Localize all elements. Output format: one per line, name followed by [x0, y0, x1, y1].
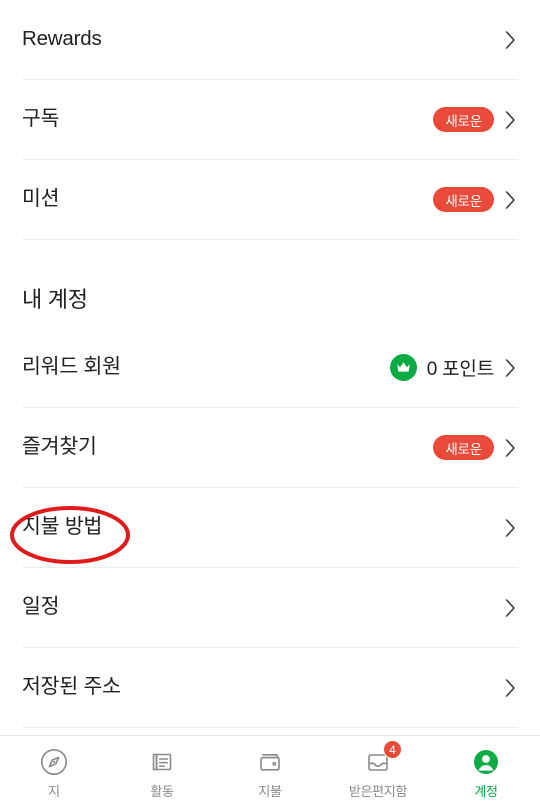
activity-document-icon [145, 745, 179, 779]
status-badge-new: 새로운 [433, 107, 494, 132]
compass-icon [37, 745, 71, 779]
tab-label: 활동 [150, 784, 174, 799]
tab-badge-count: 4 [383, 740, 402, 759]
chevron-right-icon[interactable] [504, 109, 518, 131]
list-item-subscriptions[interactable]: 구독 새로운 [0, 80, 540, 159]
row-trailing: 새로운 [433, 107, 518, 132]
list-item-label: 리워드 회원 [22, 355, 121, 379]
tab-inbox[interactable]: 4 받은편지함 [324, 740, 432, 799]
tab-explore[interactable]: 지 [0, 745, 108, 799]
status-badge-new: 새로운 [433, 435, 494, 460]
inbox-icon: 4 [361, 740, 402, 779]
chevron-right-icon[interactable] [504, 357, 518, 379]
account-person-icon [469, 745, 503, 779]
settings-list[interactable]: Rewards 구독 새로운 미션 새로운 내 계정 리워드 회원 0 포인트 … [0, 0, 540, 735]
row-trailing [504, 517, 518, 539]
tab-label: 계정 [474, 784, 498, 799]
list-item-label: 즐겨찾기 [22, 435, 97, 459]
chevron-right-icon[interactable] [504, 437, 518, 459]
section-title: 내 계정 [22, 287, 88, 312]
list-item-label: Rewards [22, 27, 102, 51]
list-item-saved-addresses[interactable]: 저장된 주소 [0, 648, 540, 727]
chevron-right-icon[interactable] [504, 677, 518, 699]
chevron-right-icon[interactable] [504, 597, 518, 619]
list-item-label: 저장된 주소 [22, 675, 121, 699]
status-badge-new: 새로운 [433, 187, 494, 212]
chevron-right-icon[interactable] [504, 29, 518, 51]
list-item-label: 지불 방법 [22, 515, 103, 539]
divider [22, 727, 518, 728]
row-trailing: 새로운 [433, 187, 518, 212]
list-item-favorites[interactable]: 즐겨찾기 새로운 [0, 408, 540, 487]
list-item-rewards[interactable]: Rewards [0, 0, 540, 79]
tab-label: 지 [48, 784, 60, 799]
wallet-icon [253, 745, 287, 779]
rewards-points-value: 0 포인트 [426, 359, 494, 380]
tab-label: 받은편지함 [348, 784, 408, 799]
account-settings-screen: Rewards 구독 새로운 미션 새로운 내 계정 리워드 회원 0 포인트 … [0, 0, 540, 803]
bottom-tab-bar[interactable]: 지 활동 지불 4 받은편지함 계정 [0, 735, 540, 803]
tab-activity[interactable]: 활동 [108, 745, 216, 799]
row-trailing [504, 677, 518, 699]
list-item-payment-methods[interactable]: 지불 방법 [0, 488, 540, 567]
chevron-right-icon[interactable] [504, 189, 518, 211]
list-item-label: 일정 [22, 595, 60, 619]
row-trailing: 0 포인트 [389, 354, 518, 381]
section-header-my-account: 내 계정 [0, 240, 540, 328]
row-trailing [504, 597, 518, 619]
tab-payment[interactable]: 지불 [216, 745, 324, 799]
list-item-label: 구독 [22, 107, 60, 131]
chevron-right-icon[interactable] [504, 517, 518, 539]
list-item-label: 미션 [22, 187, 60, 211]
list-item-schedule[interactable]: 일정 [0, 568, 540, 647]
crown-icon [389, 354, 417, 381]
row-trailing: 새로운 [433, 435, 518, 460]
tab-label: 지불 [258, 784, 282, 799]
tab-account[interactable]: 계정 [432, 745, 540, 799]
list-item-missions[interactable]: 미션 새로운 [0, 160, 540, 239]
row-trailing [504, 29, 518, 51]
list-item-rewards-member[interactable]: 리워드 회원 0 포인트 [0, 328, 540, 407]
